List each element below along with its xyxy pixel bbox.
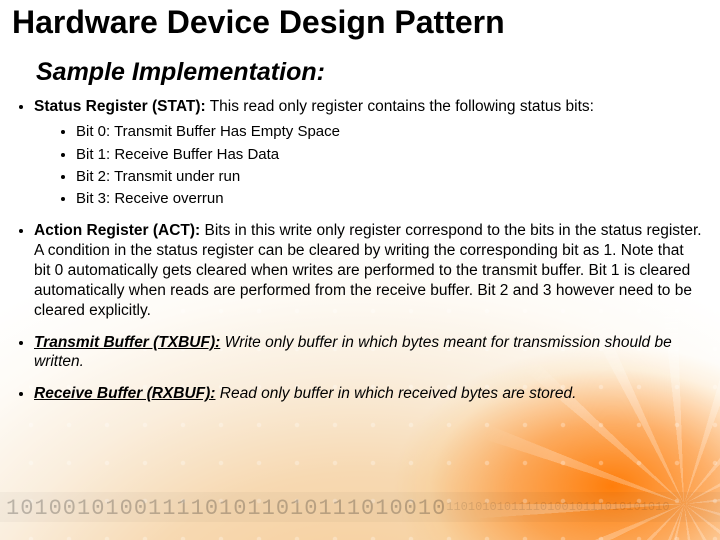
- section-rxbuf-lead: Receive Buffer (RXBUF):: [34, 385, 215, 402]
- stat-bit-2: Bit 2: Transmit under run: [76, 167, 702, 187]
- section-act-lead: Action Register (ACT):: [34, 222, 200, 239]
- stat-bit-3: Bit 3: Receive overrun: [76, 189, 702, 209]
- section-txbuf-lead: Transmit Buffer (TXBUF):: [34, 334, 220, 351]
- section-act: Action Register (ACT): Bits in this writ…: [34, 221, 702, 320]
- section-txbuf: Transmit Buffer (TXBUF): Write only buff…: [34, 333, 702, 373]
- section-stat: Status Register (STAT): This read only r…: [34, 97, 702, 210]
- stat-bits-list: Bit 0: Transmit Buffer Has Empty Space B…: [34, 122, 702, 209]
- stat-bit-1: Bit 1: Receive Buffer Has Data: [76, 145, 702, 165]
- section-stat-body: This read only register contains the fol…: [206, 98, 594, 115]
- section-rxbuf: Receive Buffer (RXBUF): Read only buffer…: [34, 384, 702, 404]
- stat-bit-0: Bit 0: Transmit Buffer Has Empty Space: [76, 122, 702, 142]
- slide-title: Hardware Device Design Pattern: [0, 0, 720, 44]
- register-list: Status Register (STAT): This read only r…: [0, 97, 702, 404]
- section-stat-lead: Status Register (STAT):: [34, 98, 206, 115]
- section-rxbuf-body: Read only buffer in which received bytes…: [215, 385, 576, 402]
- slide-subtitle: Sample Implementation:: [0, 44, 720, 97]
- slide-content: Hardware Device Design Pattern Sample Im…: [0, 0, 720, 540]
